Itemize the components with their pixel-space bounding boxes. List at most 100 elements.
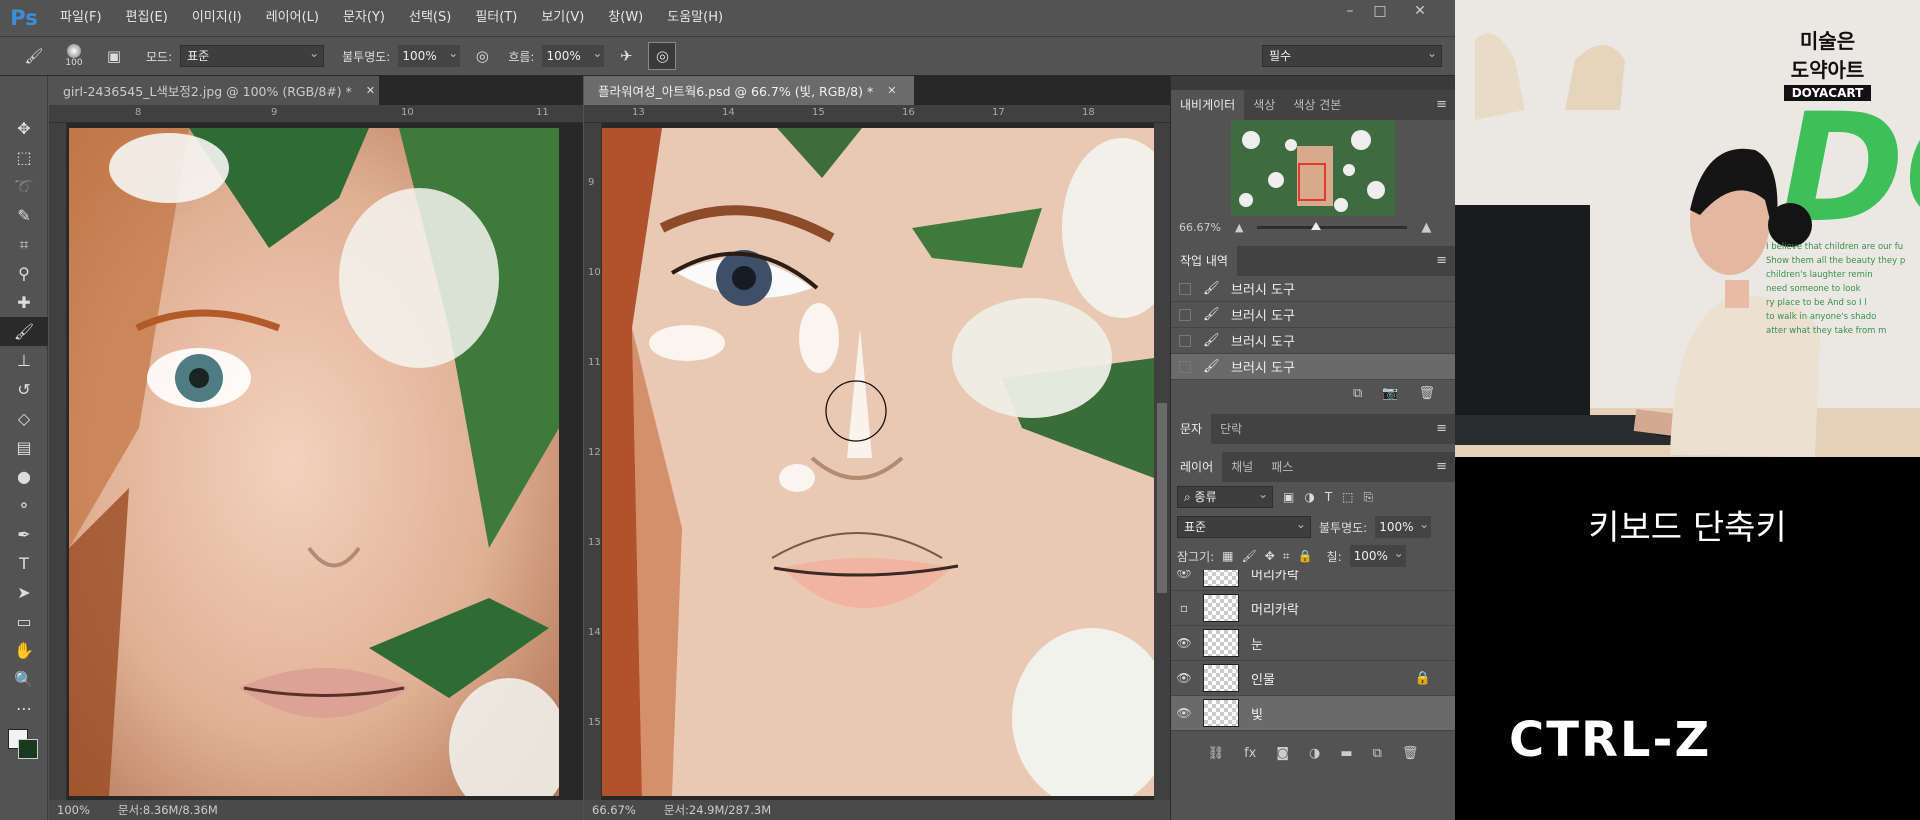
lock-image-icon[interactable]: 🖌 — [1242, 549, 1257, 563]
layer-row[interactable]: ▫ 머리카락 — [1171, 591, 1455, 626]
close-icon[interactable]: ✕ — [366, 84, 375, 97]
healing-tool-icon[interactable]: ✚ — [0, 288, 48, 317]
marquee-tool-icon[interactable]: ⬚ — [0, 143, 48, 172]
fill-input[interactable]: 100% — [1349, 542, 1406, 567]
layer-opacity-input[interactable]: 100% — [1375, 513, 1432, 538]
filter-smart-icon[interactable]: ⎘ — [1364, 490, 1374, 505]
mode-select[interactable]: 표준 — [180, 43, 325, 67]
lock-position-icon[interactable]: ✥ — [1265, 549, 1275, 563]
menu-filter[interactable]: 필터(T) — [463, 0, 529, 36]
tab-channels[interactable]: 채널 — [1222, 452, 1262, 482]
background-color[interactable] — [18, 739, 38, 759]
layer-row[interactable]: 👁 눈 — [1171, 626, 1455, 661]
filter-shape-icon[interactable]: ⬚ — [1342, 490, 1353, 504]
menu-type[interactable]: 문자(Y) — [331, 0, 397, 36]
blur-tool-icon[interactable]: ● — [0, 462, 48, 491]
lasso-tool-icon[interactable]: ➰ — [0, 172, 48, 201]
lock-all-icon[interactable]: 🔒 — [1298, 549, 1313, 563]
lock-transparent-icon[interactable]: ▦ — [1222, 549, 1233, 563]
stamp-tool-icon[interactable]: ⊥ — [0, 346, 48, 375]
tab-paths[interactable]: 패스 — [1262, 452, 1302, 482]
layer-row[interactable]: 👁 인물 🔒 — [1171, 661, 1455, 696]
history-brush-icon[interactable]: ↺ — [0, 375, 48, 404]
blend-mode-select[interactable]: 표준 — [1177, 514, 1311, 538]
path-select-tool-icon[interactable]: ➤ — [0, 578, 48, 607]
new-document-from-state-icon[interactable]: ⧉ — [1353, 386, 1362, 401]
hand-tool-icon[interactable]: ✋ — [0, 636, 48, 665]
history-item[interactable]: 🖌 브러시 도구 — [1171, 276, 1455, 302]
color-swatches[interactable] — [0, 723, 47, 773]
panel-menu-icon[interactable]: ≡ — [1436, 459, 1447, 474]
menu-window[interactable]: 창(W) — [596, 0, 655, 36]
history-item[interactable]: 🖌 브러시 도구 — [1171, 354, 1455, 380]
pen-tool-icon[interactable]: ✒ — [0, 520, 48, 549]
navigator-thumbnail[interactable] — [1231, 120, 1395, 216]
lock-artboard-icon[interactable]: ⌗ — [1283, 549, 1290, 564]
trash-icon[interactable]: 🗑 — [1402, 746, 1419, 761]
menu-image[interactable]: 이미지(I) — [180, 0, 254, 36]
menu-layer[interactable]: 레이어(L) — [254, 0, 331, 36]
filter-pixel-icon[interactable]: ▣ — [1283, 490, 1294, 504]
eyedropper-tool-icon[interactable]: ⚲ — [0, 259, 48, 288]
doc-tab-1[interactable]: girl-2436545_L색보정2.jpg @ 100% (RGB/8#) *… — [49, 76, 379, 105]
quick-select-tool-icon[interactable]: ✎ — [0, 201, 48, 230]
menu-file[interactable]: 파일(F) — [48, 0, 114, 36]
brush-tool-icon[interactable]: 🖌 — [20, 42, 48, 70]
tab-layers[interactable]: 레이어 — [1171, 452, 1223, 482]
navigator-preview[interactable] — [1171, 120, 1455, 216]
trash-icon[interactable]: 🗑 — [1418, 386, 1435, 401]
menu-view[interactable]: 보기(V) — [529, 0, 596, 36]
brush-preset-picker[interactable]: 100 — [56, 42, 92, 70]
crop-tool-icon[interactable]: ⌗ — [0, 230, 48, 259]
photo-canvas[interactable] — [69, 128, 559, 796]
group-folder-icon[interactable]: ▬ — [1340, 746, 1352, 761]
link-layers-icon[interactable]: ⛓ — [1208, 746, 1225, 761]
tab-color[interactable]: 색상 — [1244, 90, 1284, 120]
flow-input[interactable]: 100% — [542, 42, 605, 67]
eye-icon[interactable]: 👁 — [1171, 671, 1197, 685]
tab-swatches[interactable]: 색상 견본 — [1284, 90, 1350, 120]
layer-row[interactable]: 👁 머리카락 — [1171, 570, 1455, 591]
filter-adjust-icon[interactable]: ◑ — [1304, 490, 1314, 504]
zoom-out-icon[interactable]: ▲ — [1235, 221, 1243, 234]
gradient-tool-icon[interactable]: ▤ — [0, 433, 48, 462]
menu-help[interactable]: 도움말(H) — [655, 0, 735, 36]
zoom-slider[interactable] — [1257, 221, 1408, 230]
zoom-tool-icon[interactable]: 🔍 — [0, 665, 48, 694]
tab-history[interactable]: 작업 내역 — [1171, 246, 1237, 276]
fx-icon[interactable]: fx — [1244, 746, 1256, 761]
pressure-opacity-icon[interactable]: ◎ — [468, 42, 496, 70]
panel-menu-icon[interactable]: ≡ — [1436, 421, 1447, 436]
mask-icon[interactable]: ◙ — [1276, 746, 1289, 761]
close-icon[interactable]: ✕ — [887, 84, 896, 97]
layer-filter-select[interactable]: ⌕ 종류 — [1177, 484, 1273, 508]
snapshot-icon[interactable]: 📷 — [1382, 386, 1398, 401]
menu-edit[interactable]: 편집(E) — [114, 0, 180, 36]
opacity-input[interactable]: 100% — [398, 42, 461, 67]
history-item[interactable]: 🖌 브러시 도구 — [1171, 328, 1455, 354]
history-item[interactable]: 🖌 브러시 도구 — [1171, 302, 1455, 328]
menu-select[interactable]: 선택(S) — [397, 0, 463, 36]
layer-row[interactable]: 👁 빛 — [1171, 696, 1455, 731]
panel-menu-icon[interactable]: ≡ — [1436, 97, 1447, 112]
eraser-tool-icon[interactable]: ◇ — [0, 404, 48, 433]
maximize-button[interactable]: □ — [1360, 0, 1400, 22]
doc-tab-2[interactable]: 플라워여성_아트웍6.psd @ 66.7% (빛, RGB/8) * ✕ — [584, 76, 914, 105]
eye-hidden-icon[interactable]: ▫ — [1171, 601, 1197, 615]
pressure-size-icon[interactable]: ◎ — [648, 42, 677, 70]
eye-icon[interactable]: 👁 — [1171, 636, 1197, 650]
eye-icon[interactable]: 👁 — [1171, 570, 1197, 580]
brush-panel-icon[interactable]: ▣ — [100, 42, 128, 70]
type-tool-icon[interactable]: T — [0, 549, 48, 578]
airbrush-icon[interactable]: ✈ — [612, 42, 640, 70]
shape-tool-icon[interactable]: ▭ — [0, 607, 48, 636]
zoom-in-icon[interactable]: ▲ — [1421, 220, 1431, 235]
tab-paragraph[interactable]: 단락 — [1211, 414, 1251, 444]
brush-tool-button-icon[interactable]: 🖌 — [0, 317, 48, 346]
panel-menu-icon[interactable]: ≡ — [1436, 253, 1447, 268]
eye-icon[interactable]: 👁 — [1171, 706, 1197, 720]
tab-navigator[interactable]: 내비게이터 — [1171, 90, 1245, 120]
move-tool-icon[interactable]: ✥ — [0, 114, 48, 143]
new-layer-icon[interactable]: ⧉ — [1373, 746, 1382, 761]
more-tools-icon[interactable]: ⋯ — [0, 694, 48, 723]
